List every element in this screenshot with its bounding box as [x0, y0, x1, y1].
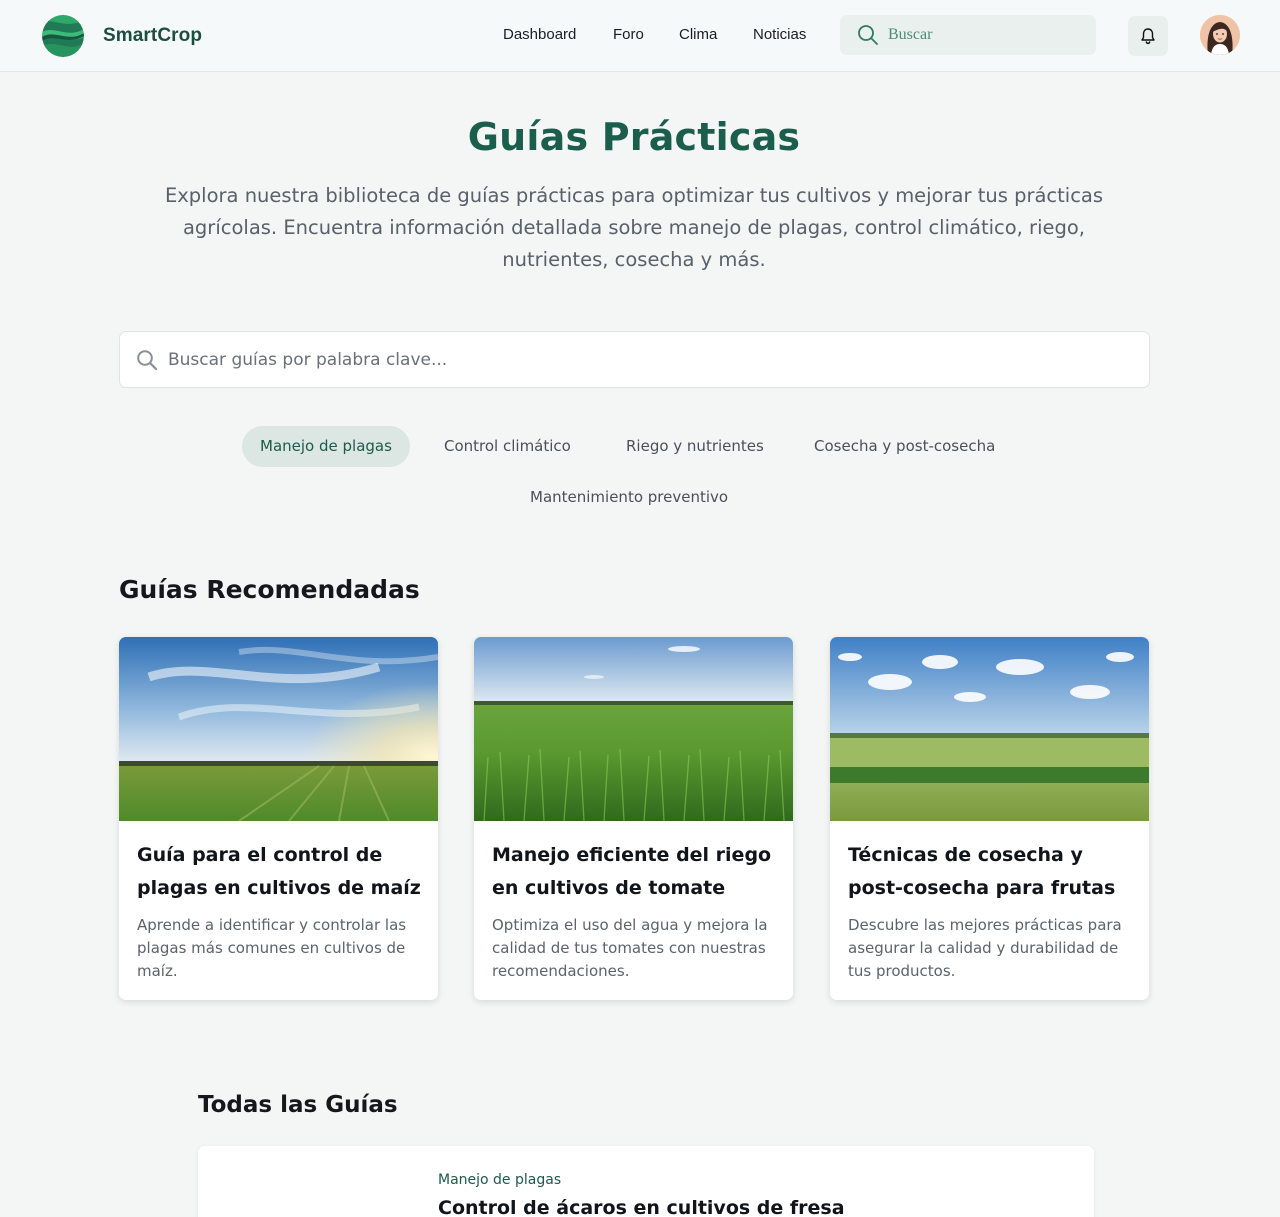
- all-guides-section-title: Todas las Guías: [198, 1092, 398, 1118]
- nav-noticias-link[interactable]: Noticias: [753, 26, 806, 43]
- search-icon: [858, 25, 878, 45]
- header-search[interactable]: [840, 15, 1096, 55]
- brand-name: SmartCrop: [103, 25, 203, 46]
- filter-chip-control-climatico[interactable]: Control climático: [426, 426, 589, 467]
- smartcrop-logo-icon: [42, 15, 84, 57]
- guide-list-item[interactable]: Manejo de plagas Control de ácaros en cu…: [198, 1146, 1094, 1217]
- notifications-button[interactable]: [1128, 16, 1168, 56]
- card-description: Aprende a identificar y controlar las pl…: [137, 916, 407, 980]
- sunset-field-image: [119, 637, 438, 821]
- filter-chip-cosecha-y-post-cosecha[interactable]: Cosecha y post-cosecha: [796, 426, 1013, 467]
- card-description: Descubre las mejores prácticas para aseg…: [848, 916, 1122, 980]
- recommended-section-title: Guías Recomendadas: [119, 575, 420, 604]
- guide-title: Control de ácaros en cultivos de fresa: [438, 1197, 845, 1217]
- green-crop-field-image: [474, 637, 793, 821]
- card-title: Manejo eficiente del riego en cultivos d…: [492, 844, 772, 899]
- guide-search-input[interactable]: [168, 349, 1068, 370]
- search-icon: [137, 349, 158, 370]
- recommended-card[interactable]: Manejo eficiente del riego en cultivos d…: [474, 637, 793, 1000]
- filter-chip-manejo-de-plagas[interactable]: Manejo de plagas: [242, 426, 410, 467]
- nav-clima-link[interactable]: Clima: [679, 26, 717, 43]
- nav-dashboard-link[interactable]: Dashboard: [503, 26, 576, 43]
- brand-logo-link[interactable]: SmartCrop: [42, 15, 202, 57]
- card-title: Técnicas de cosecha y post-cosecha para …: [848, 844, 1116, 899]
- user-avatar[interactable]: [1200, 15, 1240, 55]
- guide-category-label: Manejo de plagas: [438, 1172, 562, 1188]
- bell-icon: [1141, 28, 1155, 45]
- header-search-input[interactable]: [888, 26, 1068, 44]
- card-title: Guía para el control de plagas en cultiv…: [137, 844, 421, 899]
- nav-foro-link[interactable]: Foro: [613, 26, 644, 43]
- recommended-card[interactable]: Técnicas de cosecha y post-cosecha para …: [830, 637, 1149, 1000]
- top-navbar: SmartCrop Dashboard Foro Clima Noticias: [0, 0, 1280, 72]
- recommended-card[interactable]: Guía para el control de plagas en cultiv…: [119, 637, 438, 1000]
- guide-search-box[interactable]: [119, 331, 1150, 388]
- page-intro: Explora nuestra biblioteca de guías prác…: [164, 184, 1104, 271]
- user-portrait-icon: [1200, 15, 1240, 55]
- filter-chip-riego-y-nutrientes[interactable]: Riego y nutrientes: [608, 426, 782, 467]
- card-description: Optimiza el uso del agua y mejora la cal…: [492, 916, 768, 980]
- meadow-clouds-image: [830, 637, 1149, 821]
- page-title: Guías Prácticas: [467, 115, 801, 159]
- filter-chip-mantenimiento-preventivo[interactable]: Mantenimiento preventivo: [512, 477, 746, 518]
